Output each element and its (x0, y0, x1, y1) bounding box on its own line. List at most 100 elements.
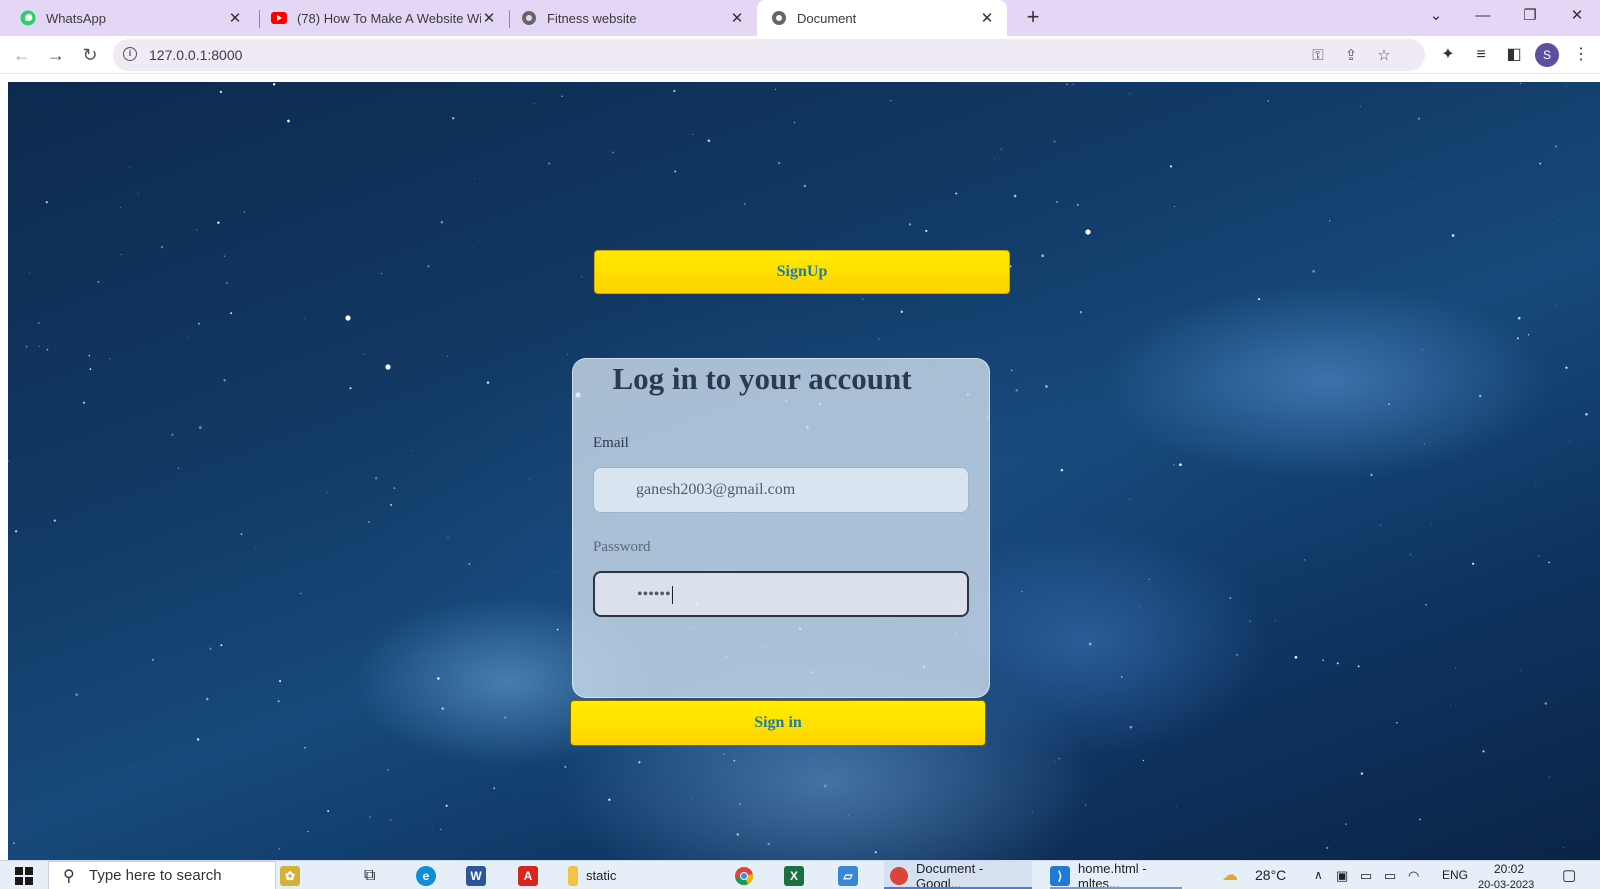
star (1519, 82, 1522, 85)
signup-button[interactable]: SignUp (594, 250, 1010, 294)
star (177, 467, 180, 469)
star (1000, 148, 1003, 150)
edge-icon[interactable]: e (416, 861, 444, 889)
star (1285, 402, 1287, 403)
star (529, 478, 531, 480)
close-icon[interactable]: ✕ (979, 9, 995, 27)
taskbar-item-chrome[interactable]: Document - Googl... (884, 861, 1032, 889)
star (28, 272, 30, 274)
side-panel-icon[interactable]: ◧ (1503, 44, 1525, 66)
vscode-icon: ⟩ (1050, 865, 1070, 886)
chevron-up-icon[interactable]: ∧ (1314, 861, 1323, 889)
star (1482, 750, 1485, 753)
restore-icon[interactable]: ❐ (1507, 0, 1553, 34)
tab-document[interactable]: Document ✕ (757, 0, 1007, 36)
media-icon[interactable]: ≡ (1470, 44, 1492, 66)
chrome-icon[interactable] (734, 861, 754, 889)
star (890, 100, 892, 102)
taskbar-item-vscode[interactable]: ⟩ home.html - mltes... (1044, 861, 1192, 889)
wifi-icon[interactable]: ◠ (1408, 861, 1419, 889)
star (1396, 721, 1398, 724)
battery-icon[interactable]: ▭ (1384, 861, 1396, 889)
star (1554, 145, 1558, 148)
star (955, 192, 958, 195)
key-icon[interactable]: ⚿ (1309, 47, 1327, 65)
password-value: •••••• (637, 586, 671, 603)
star (1294, 655, 1298, 659)
forward-icon[interactable]: → (42, 41, 70, 69)
star (1517, 316, 1521, 320)
acrobat-icon[interactable]: A (518, 861, 546, 889)
star (1041, 254, 1045, 258)
star (1266, 187, 1268, 189)
file-explorer-icon[interactable]: ▱ (838, 861, 866, 889)
extensions-icon[interactable]: ✦ (1437, 44, 1459, 66)
star (198, 426, 202, 429)
bookmark-star-icon[interactable]: ☆ (1375, 47, 1393, 65)
star (278, 848, 281, 850)
star (775, 88, 777, 90)
address-bar[interactable]: i 127.0.0.1:8000 ⚿ ⇪ ☆ (113, 39, 1425, 71)
star (1015, 389, 1018, 392)
close-icon[interactable]: ✕ (481, 9, 497, 27)
star (369, 816, 371, 818)
search-icon: ⚲ (63, 868, 75, 885)
taskbar-item-static[interactable]: static (568, 861, 616, 889)
display-icon[interactable]: ▭ (1360, 861, 1372, 889)
star (556, 572, 558, 573)
star (1409, 554, 1411, 556)
window-close-icon[interactable]: ✕ (1554, 0, 1600, 34)
star (380, 272, 383, 275)
clock-date[interactable]: 20-03-2023 (1478, 871, 1534, 889)
star (46, 348, 49, 351)
taskbar-item-label: Document - Googl... (916, 860, 984, 889)
star (230, 312, 233, 315)
login-title: Log in to your account (612, 361, 912, 396)
star (778, 162, 780, 164)
star (767, 842, 771, 846)
tab-fitness[interactable]: Fitness website ✕ (509, 0, 757, 36)
tab-search-icon[interactable]: ⌄ (1413, 0, 1459, 34)
star (45, 201, 48, 204)
menu-icon[interactable]: ⋮ (1570, 44, 1592, 66)
star (1380, 524, 1382, 526)
notifications-icon[interactable]: ▢ (1562, 861, 1576, 889)
tab-youtube[interactable]: (78) How To Make A Website Wit ✕ (259, 0, 509, 36)
star (441, 707, 444, 710)
info-icon[interactable]: i (123, 47, 137, 61)
star (1129, 725, 1133, 729)
profile-avatar[interactable]: S (1535, 43, 1559, 67)
star (97, 280, 100, 283)
star (225, 281, 228, 285)
star (137, 193, 139, 195)
bright-star (345, 315, 351, 321)
signin-button[interactable]: Sign in (570, 700, 986, 746)
excel-icon[interactable]: X (784, 861, 812, 889)
url-text[interactable]: 127.0.0.1:8000 (149, 47, 242, 63)
star (1539, 162, 1542, 165)
reload-icon[interactable]: ↻ (76, 41, 104, 69)
star (1419, 818, 1421, 821)
task-view-icon[interactable]: ⧉ (364, 861, 375, 889)
news-widget[interactable]: ✿ (280, 861, 308, 889)
new-tab-icon[interactable]: + (1020, 5, 1046, 31)
close-icon[interactable]: ✕ (729, 9, 745, 27)
word-icon[interactable]: W (466, 861, 494, 889)
star (1421, 349, 1423, 351)
back-icon[interactable]: ← (8, 41, 36, 69)
password-field[interactable]: •••••• (593, 571, 969, 617)
minimize-icon[interactable]: — (1460, 0, 1506, 34)
weather-temp[interactable]: 28°C (1255, 861, 1286, 889)
star (1471, 562, 1475, 565)
star (1174, 206, 1176, 208)
tab-whatsapp[interactable]: WhatsApp ✕ (0, 0, 255, 36)
start-button[interactable] (14, 861, 34, 889)
email-field[interactable]: ganesh2003@gmail.com (593, 467, 969, 513)
meet-icon[interactable]: ▣ (1336, 861, 1348, 889)
language-indicator[interactable]: ENG (1442, 861, 1468, 889)
share-icon[interactable]: ⇪ (1342, 47, 1360, 65)
close-icon[interactable]: ✕ (227, 9, 243, 27)
star (1129, 92, 1131, 94)
taskbar-search[interactable]: ⚲ Type here to search (48, 861, 276, 889)
login-card: Log in to your account Email ganesh2003@… (572, 358, 990, 698)
